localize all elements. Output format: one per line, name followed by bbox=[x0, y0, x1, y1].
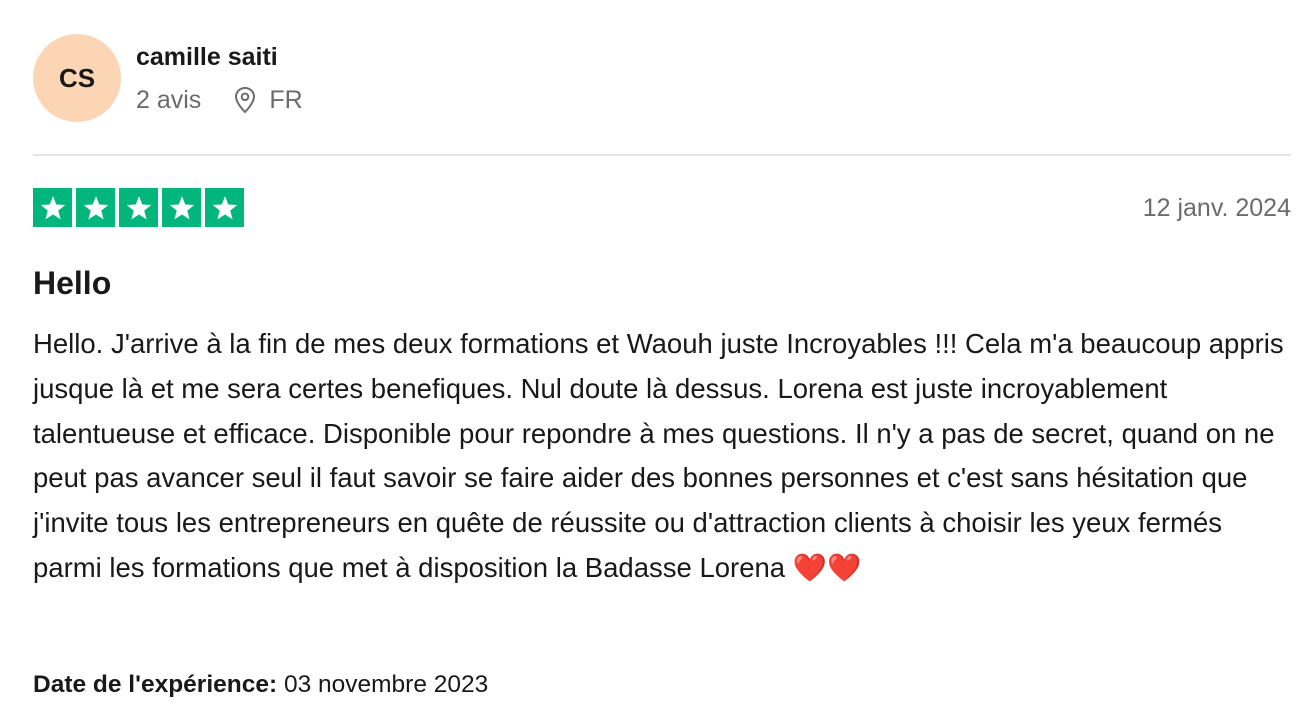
experience-date: Date de l'expérience: 03 novembre 2023 bbox=[33, 670, 488, 700]
reviewer-name[interactable]: camille saiti bbox=[136, 42, 278, 72]
review-title[interactable]: Hello bbox=[33, 264, 111, 302]
star-icon bbox=[33, 188, 72, 227]
review-date: 12 janv. 2024 bbox=[1142, 194, 1291, 222]
divider bbox=[33, 154, 1291, 156]
avatar-initials: CS bbox=[58, 62, 96, 93]
star-icon bbox=[162, 188, 201, 227]
reviewer-header: CS camille saiti 2 avis FR bbox=[33, 34, 1291, 124]
experience-value: 03 novembre 2023 bbox=[283, 671, 489, 698]
review-card: CS camille saiti 2 avis FR 12 janv. 2024… bbox=[33, 0, 1291, 704]
location-pin-icon bbox=[233, 86, 257, 114]
experience-label: Date de l'expérience: bbox=[33, 671, 278, 698]
reviewer-country: FR bbox=[269, 86, 303, 114]
review-count: 2 avis bbox=[136, 86, 202, 114]
star-icon bbox=[205, 188, 244, 227]
reviewer-meta: 2 avis FR bbox=[136, 85, 303, 115]
review-body: Hello. J'arrive à la fin de mes deux for… bbox=[33, 328, 1284, 583]
avatar[interactable]: CS bbox=[33, 34, 121, 122]
star-icon bbox=[76, 188, 115, 227]
star-rating bbox=[33, 188, 244, 227]
star-icon bbox=[119, 188, 158, 227]
